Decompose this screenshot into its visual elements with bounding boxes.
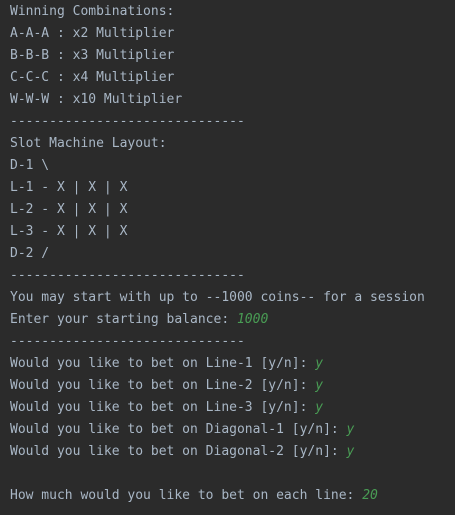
bet-diagonal-2-prompt: Would you like to bet on Diagonal-2 [y/n… bbox=[10, 444, 347, 459]
bet-diagonal-2: Would you like to bet on Diagonal-2 [y/n… bbox=[10, 441, 455, 463]
bet-line-1: Would you like to bet on Line-1 [y/n]: y bbox=[10, 353, 455, 375]
bet-amount-line: How much would you like to bet on each l… bbox=[10, 485, 455, 507]
combo-aaa: A-A-A : x2 Multiplier bbox=[10, 26, 175, 41]
bet-line-1-prompt: Would you like to bet on Line-1 [y/n]: bbox=[10, 356, 316, 371]
start-info: You may start with up to --1000 coins-- … bbox=[10, 290, 425, 305]
layout-diagonal-1: D-1 \ bbox=[10, 158, 50, 173]
balance-line: Enter your starting balance: 1000 bbox=[10, 309, 455, 331]
combo-ccc: C-C-C : x4 Multiplier bbox=[10, 70, 175, 85]
bet-line-1-input[interactable]: y bbox=[315, 356, 323, 371]
bet-line-3-prompt: Would you like to bet on Line-3 [y/n]: bbox=[10, 400, 316, 415]
bet-line-2: Would you like to bet on Line-2 [y/n]: y bbox=[10, 375, 455, 397]
divider-1: ------------------------------ bbox=[10, 114, 245, 129]
bet-line-2-input[interactable]: y bbox=[315, 378, 323, 393]
bet-line-2-prompt: Would you like to bet on Line-2 [y/n]: bbox=[10, 378, 316, 393]
combos-title: Winning Combinations: bbox=[10, 4, 175, 19]
divider-2: ------------------------------ bbox=[10, 268, 245, 283]
balance-input[interactable]: 1000 bbox=[237, 312, 268, 327]
combo-www: W-W-W : x10 Multiplier bbox=[10, 92, 183, 107]
bet-diagonal-1: Would you like to bet on Diagonal-1 [y/n… bbox=[10, 419, 455, 441]
layout-diagonal-2: D-2 / bbox=[10, 246, 50, 261]
layout-title: Slot Machine Layout: bbox=[10, 136, 167, 151]
divider-3: ------------------------------ bbox=[10, 334, 245, 349]
bet-line-3-input[interactable]: y bbox=[315, 400, 323, 415]
bet-diagonal-1-input[interactable]: y bbox=[347, 422, 355, 437]
console-output[interactable]: Winning Combinations: A-A-A : x2 Multipl… bbox=[0, 0, 455, 515]
layout-line-1: L-1 - X | X | X bbox=[10, 180, 128, 195]
bet-diagonal-2-input[interactable]: y bbox=[347, 444, 355, 459]
bet-amount-prompt: How much would you like to bet on each l… bbox=[10, 488, 363, 503]
bet-amount-input[interactable]: 20 bbox=[362, 488, 378, 503]
combo-bbb: B-B-B : x3 Multiplier bbox=[10, 48, 175, 63]
bet-line-3: Would you like to bet on Line-3 [y/n]: y bbox=[10, 397, 455, 419]
layout-line-3: L-3 - X | X | X bbox=[10, 224, 128, 239]
bet-diagonal-1-prompt: Would you like to bet on Diagonal-1 [y/n… bbox=[10, 422, 347, 437]
layout-line-2: L-2 - X | X | X bbox=[10, 202, 128, 217]
balance-prompt: Enter your starting balance: bbox=[10, 312, 237, 327]
